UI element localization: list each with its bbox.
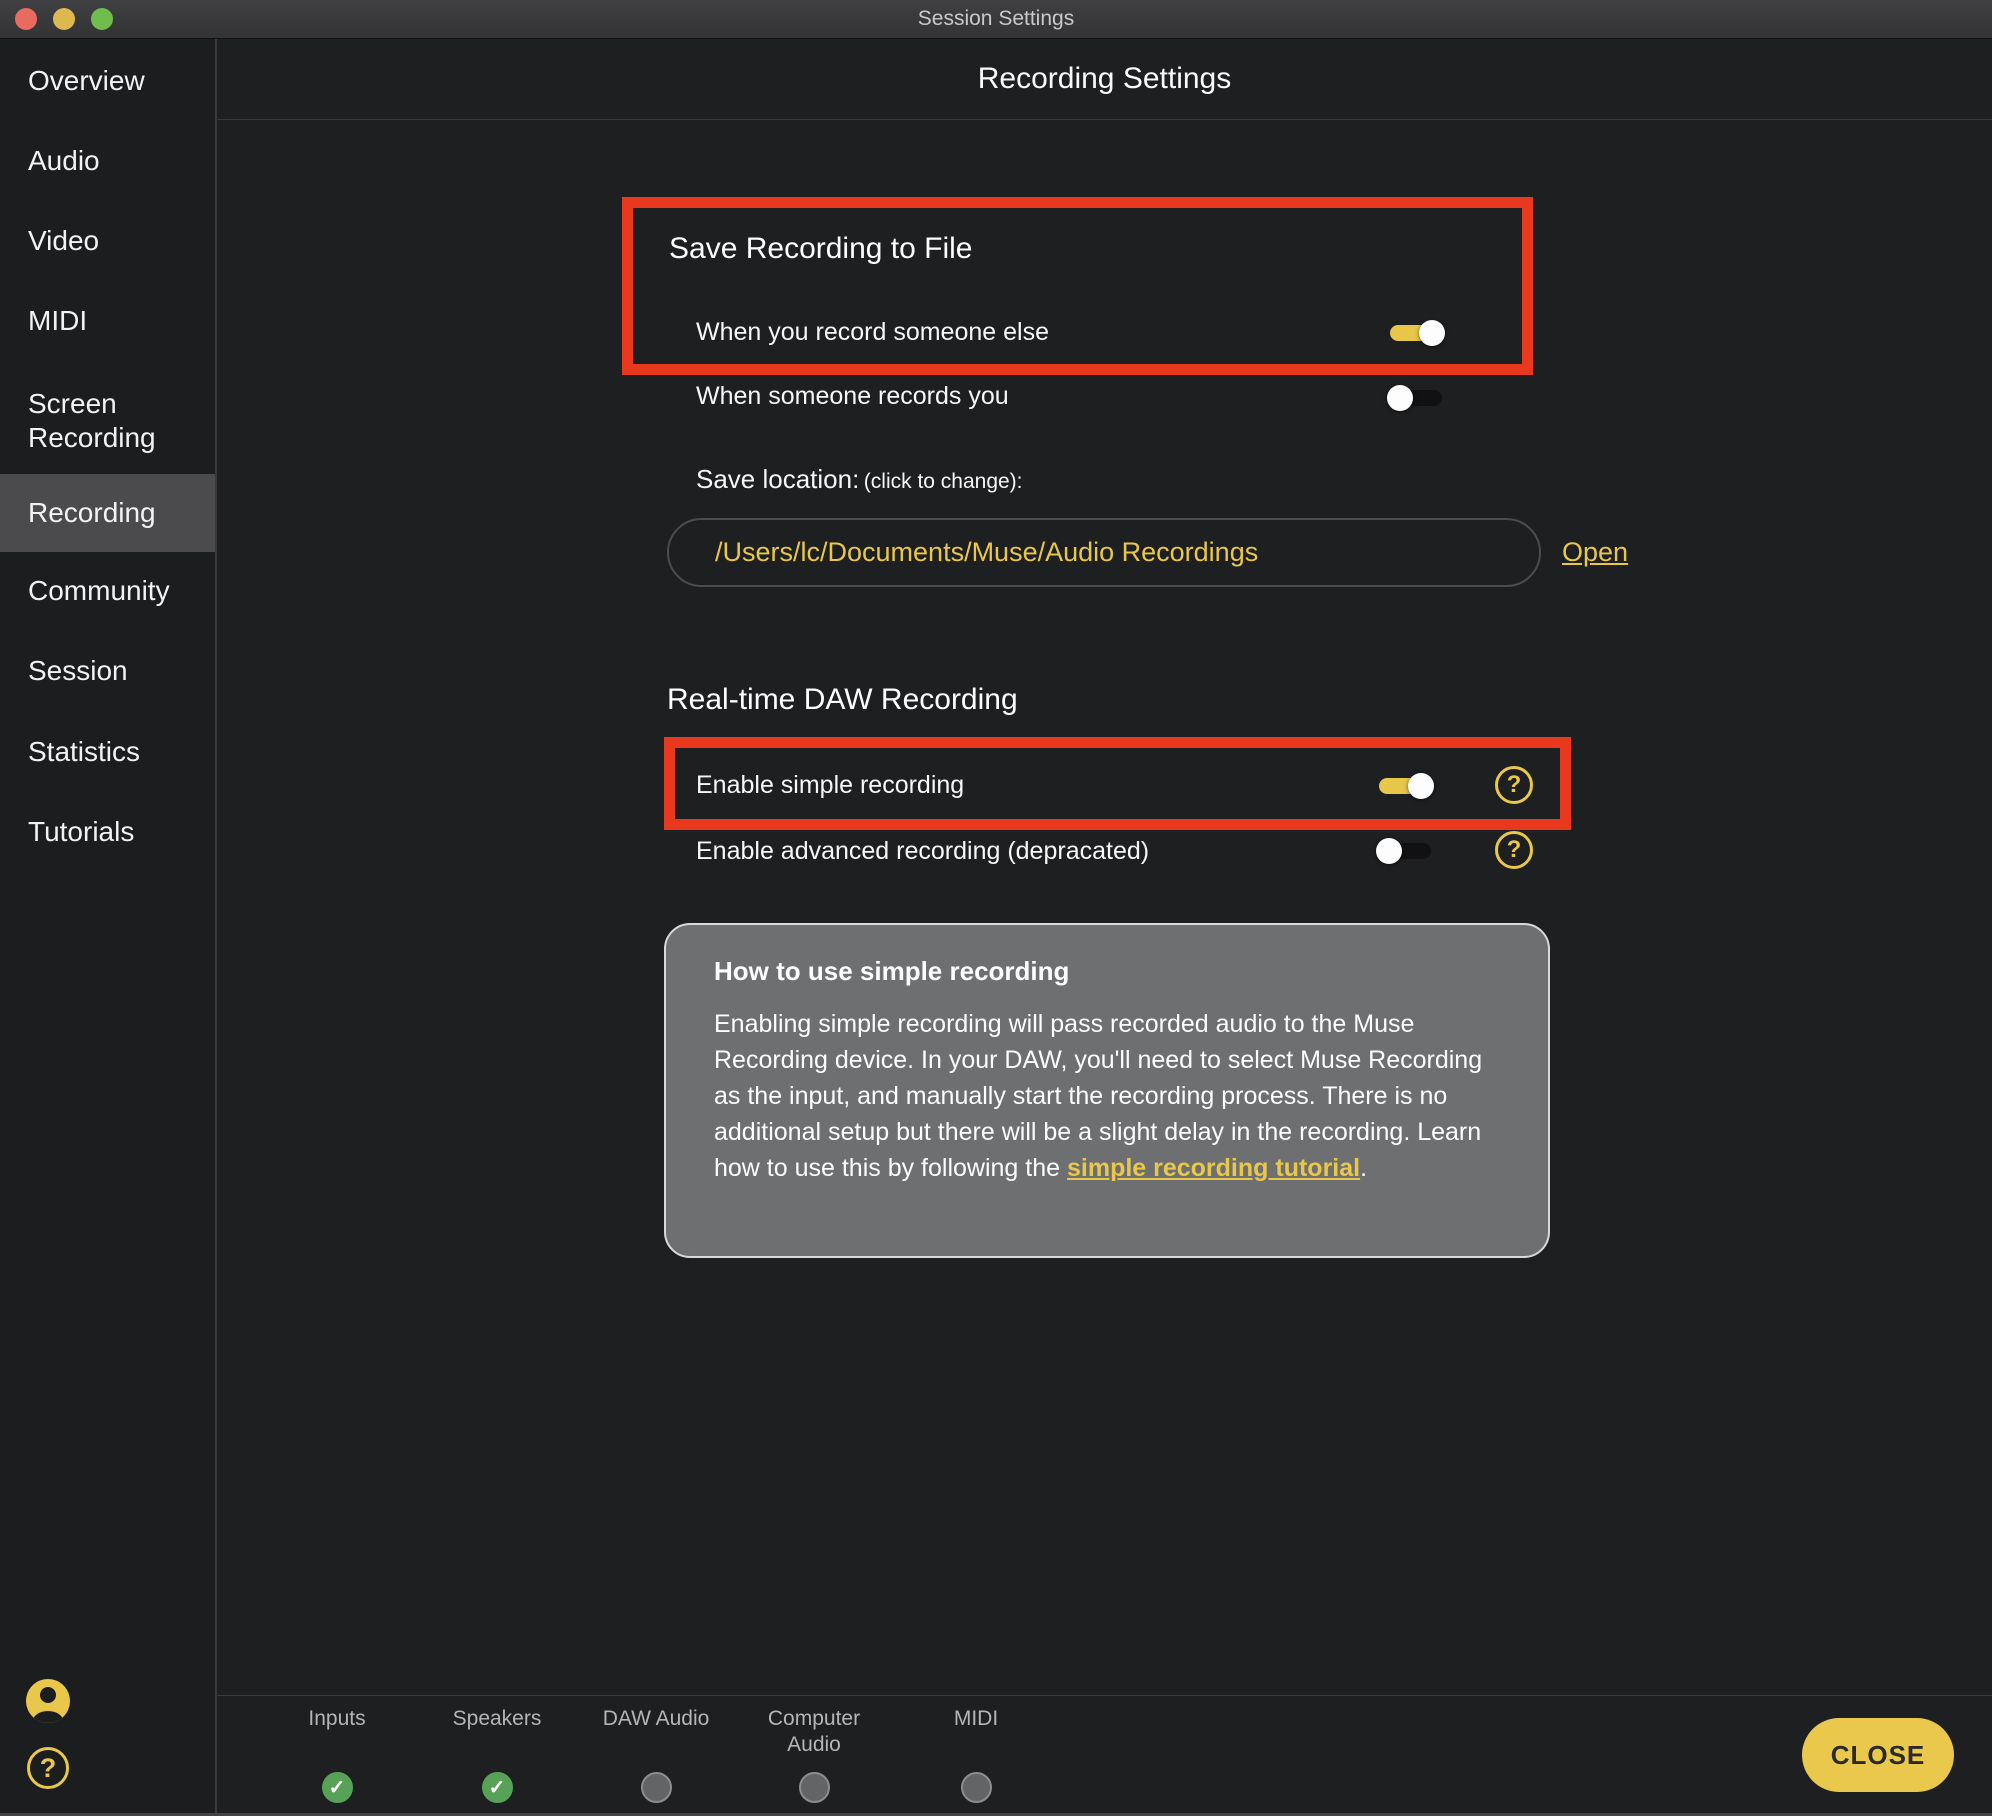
- label-enable-advanced-recording: Enable advanced recording (depracated): [696, 836, 1149, 866]
- save-location-label: Save location: (click to change):: [696, 464, 1023, 495]
- simple-recording-tutorial-link[interactable]: simple recording tutorial: [1067, 1154, 1360, 1182]
- sidebar-item-video[interactable]: Video: [0, 206, 215, 276]
- titlebar: Session Settings: [0, 0, 1992, 39]
- info-box-body: Enabling simple recording will pass reco…: [714, 1006, 1500, 1186]
- annotation-highlight-save-recording: [622, 197, 1533, 375]
- session-settings-window: Session Settings Overview Audio Video MI…: [0, 0, 1992, 1816]
- footer-divider: [217, 1695, 1992, 1696]
- section-title-daw-recording: Real-time DAW Recording: [667, 682, 1018, 718]
- sidebar-item-overview[interactable]: Overview: [0, 46, 215, 116]
- sidebar-item-community[interactable]: Community: [0, 556, 215, 626]
- device-status-computer-audio: Computer Audio ✓: [734, 1706, 894, 1803]
- account-icon[interactable]: [26, 1679, 70, 1723]
- toggle-knob: [1376, 838, 1402, 864]
- help-glyph: ?: [40, 1753, 57, 1784]
- toggle-knob: [1408, 773, 1434, 799]
- toggle-knob: [1419, 320, 1445, 346]
- device-status-speakers: Speakers ✓: [417, 1706, 577, 1803]
- minimize-window-button[interactable]: [53, 8, 75, 30]
- window-title: Session Settings: [918, 7, 1074, 31]
- toggle-enable-simple-recording[interactable]: [1379, 778, 1431, 794]
- sidebar-item-tutorials[interactable]: Tutorials: [0, 797, 215, 867]
- sidebar-item-midi[interactable]: MIDI: [0, 286, 215, 356]
- status-indicator-inputs: ✓: [322, 1772, 353, 1803]
- help-icon-advanced-recording[interactable]: ?: [1495, 831, 1533, 869]
- page-header: Recording Settings: [217, 39, 1992, 120]
- zoom-window-button[interactable]: [91, 8, 113, 30]
- open-folder-link[interactable]: Open: [1562, 537, 1628, 568]
- info-body-period: .: [1360, 1154, 1367, 1182]
- toggle-enable-advanced-recording[interactable]: [1379, 843, 1431, 859]
- close-button[interactable]: CLOSE: [1802, 1718, 1954, 1792]
- help-glyph: ?: [1507, 836, 1522, 864]
- save-location-path: /Users/lc/Documents/Muse/Audio Recording…: [715, 537, 1258, 568]
- sidebar-item-audio[interactable]: Audio: [0, 126, 215, 196]
- label-enable-simple-recording: Enable simple recording: [696, 770, 964, 800]
- save-location-hint: (click to change):: [864, 470, 1023, 493]
- status-indicator-computer-audio: ✓: [799, 1772, 830, 1803]
- page-title: Recording Settings: [978, 62, 1231, 96]
- status-indicator-midi: ✓: [961, 1772, 992, 1803]
- save-location-text: Save location:: [696, 464, 859, 494]
- help-glyph: ?: [1507, 771, 1522, 799]
- device-status-midi: MIDI ✓: [896, 1706, 1056, 1803]
- close-window-button[interactable]: [15, 8, 37, 30]
- account-icon-head: [40, 1687, 56, 1703]
- sidebar-item-recording[interactable]: Recording: [0, 474, 215, 552]
- status-indicator-speakers: ✓: [482, 1772, 513, 1803]
- check-icon: ✓: [329, 1775, 346, 1800]
- save-location-field[interactable]: /Users/lc/Documents/Muse/Audio Recording…: [667, 518, 1541, 587]
- sidebar: Overview Audio Video MIDI Screen Recordi…: [0, 39, 217, 1816]
- sidebar-item-screen-recording[interactable]: Screen Recording: [0, 376, 215, 466]
- device-label: MIDI: [896, 1706, 1056, 1732]
- device-label: Speakers: [417, 1706, 577, 1732]
- toggle-when-someone-records[interactable]: [1390, 390, 1442, 406]
- device-status-daw-audio: DAW Audio ✓: [576, 1706, 736, 1803]
- help-icon-simple-recording[interactable]: ?: [1495, 766, 1533, 804]
- label-when-you-record: When you record someone else: [696, 317, 1049, 347]
- info-box-title: How to use simple recording: [714, 956, 1500, 987]
- help-icon[interactable]: ?: [27, 1747, 69, 1789]
- section-title-save-recording: Save Recording to File: [669, 231, 973, 267]
- device-label: DAW Audio: [576, 1706, 736, 1732]
- account-icon-shoulders: [33, 1711, 63, 1723]
- sidebar-item-statistics[interactable]: Statistics: [0, 717, 215, 787]
- status-indicator-daw-audio: ✓: [641, 1772, 672, 1803]
- toggle-when-you-record[interactable]: [1390, 325, 1442, 341]
- label-when-someone-records: When someone records you: [696, 381, 1009, 411]
- check-icon: ✓: [489, 1775, 506, 1800]
- toggle-knob: [1387, 385, 1413, 411]
- device-label: Inputs: [257, 1706, 417, 1732]
- device-status-inputs: Inputs ✓: [257, 1706, 417, 1803]
- info-box-simple-recording: How to use simple recording Enabling sim…: [664, 923, 1550, 1258]
- sidebar-item-session[interactable]: Session: [0, 636, 215, 706]
- device-label: Computer Audio: [734, 1706, 894, 1758]
